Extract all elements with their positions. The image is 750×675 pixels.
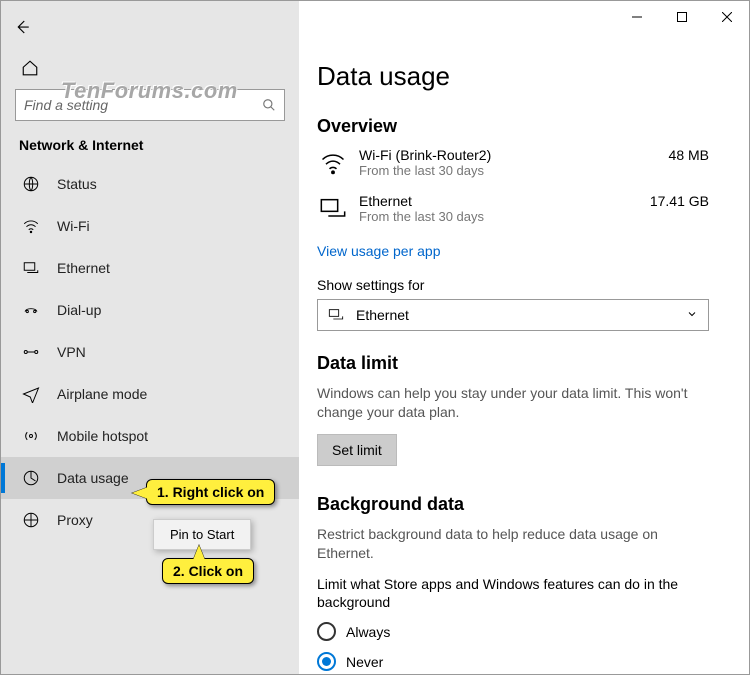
usage-row-wifi: Wi-Fi (Brink-Router2) From the last 30 d… [317,147,709,179]
sidebar-item-label: Proxy [57,512,93,528]
sidebar-item-label: VPN [57,344,86,360]
sidebar-item-label: Ethernet [57,260,110,276]
sidebar-item-label: Wi-Fi [57,218,90,234]
background-subhead: Limit what Store apps and Windows featur… [317,575,709,611]
sidebar-item-status[interactable]: Status [1,163,299,205]
view-usage-link[interactable]: View usage per app [317,243,441,259]
settings-for-dropdown[interactable]: Ethernet [317,299,709,331]
ethernet-icon [21,258,41,278]
wifi-icon [21,216,41,236]
ethernet-icon [317,193,349,225]
sidebar-item-label: Data usage [57,470,129,486]
back-button[interactable] [13,13,41,41]
proxy-icon [21,510,41,530]
arrow-left-icon [13,18,31,36]
search-icon [262,98,276,112]
data-limit-heading: Data limit [317,353,709,374]
sidebar-section-heading: Network & Internet [1,131,299,163]
radio-label: Always [346,624,390,640]
background-desc: Restrict background data to help reduce … [317,525,709,563]
maximize-button[interactable] [659,1,704,33]
set-limit-button[interactable]: Set limit [317,434,397,466]
sidebar-nav: Status Wi-Fi Ethernet Dial-up VPN Airpla… [1,163,299,674]
sidebar-item-wifi[interactable]: Wi-Fi [1,205,299,247]
search-field[interactable] [24,97,262,113]
radio-never[interactable]: Never [317,647,709,674]
window-controls [614,1,749,33]
chevron-down-icon [686,307,698,323]
sidebar-item-label: Status [57,176,97,192]
sidebar-item-label: Mobile hotspot [57,428,148,444]
sidebar-item-dialup[interactable]: Dial-up [1,289,299,331]
usage-name: Ethernet [359,193,629,209]
sidebar-item-label: Dial-up [57,302,101,318]
usage-value: 48 MB [629,147,709,163]
settings-for-label: Show settings for [317,277,709,293]
search-input[interactable] [15,89,285,121]
sidebar-item-ethernet[interactable]: Ethernet [1,247,299,289]
airplane-icon [21,384,41,404]
minimize-button[interactable] [614,1,659,33]
globe-icon [21,174,41,194]
sidebar-item-airplane[interactable]: Airplane mode [1,373,299,415]
radio-icon [317,622,336,641]
sidebar-item-label: Airplane mode [57,386,147,402]
radio-icon [317,652,336,671]
dialup-icon [21,300,41,320]
data-limit-desc: Windows can help you stay under your dat… [317,384,709,422]
content-pane: Data usage Overview Wi-Fi (Brink-Router2… [299,1,749,674]
usage-sub: From the last 30 days [359,209,629,224]
page-title: Data usage [317,61,709,92]
sidebar: Network & Internet Status Wi-Fi Ethernet… [1,1,299,674]
home-button[interactable] [21,59,41,79]
radio-always[interactable]: Always [317,617,709,647]
radio-label: Never [346,654,383,670]
usage-row-ethernet: Ethernet From the last 30 days 17.41 GB [317,193,709,225]
ethernet-icon [328,307,346,323]
dropdown-value: Ethernet [356,307,409,323]
home-icon [21,59,39,77]
close-button[interactable] [704,1,749,33]
usage-name: Wi-Fi (Brink-Router2) [359,147,629,163]
data-usage-icon [21,468,41,488]
annotation-step-2: 2. Click on [162,558,254,584]
usage-value: 17.41 GB [629,193,709,209]
usage-sub: From the last 30 days [359,163,629,178]
sidebar-item-proxy[interactable]: Proxy [1,499,299,541]
annotation-step-1: 1. Right click on [146,479,275,505]
hotspot-icon [21,426,41,446]
background-heading: Background data [317,494,709,515]
wifi-icon [317,147,349,179]
sidebar-item-hotspot[interactable]: Mobile hotspot [1,415,299,457]
vpn-icon [21,342,41,362]
sidebar-item-vpn[interactable]: VPN [1,331,299,373]
overview-heading: Overview [317,116,709,137]
